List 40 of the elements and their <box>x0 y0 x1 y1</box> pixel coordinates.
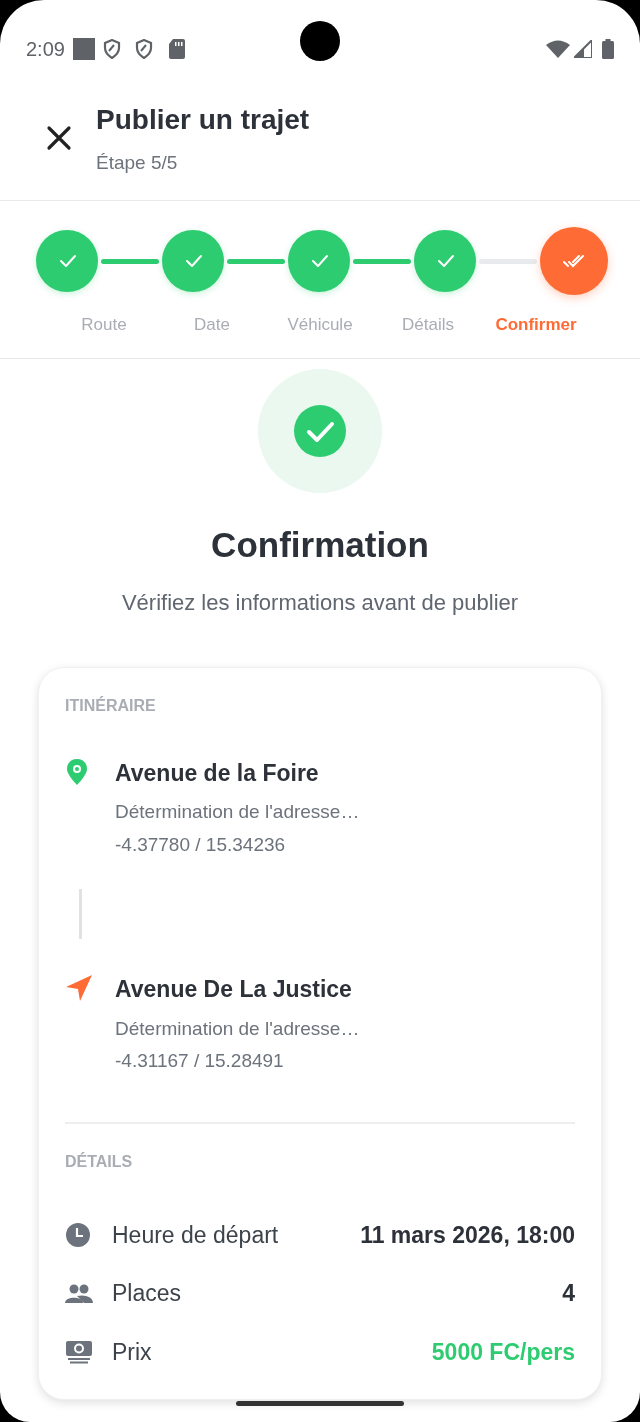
step-label: Véhicule <box>286 314 354 336</box>
detail-value: 11 mars 2026, 18:00 <box>360 1220 575 1250</box>
section-heading: ITINÉRAIRE <box>65 695 157 716</box>
address-text: Détermination de l'adresse… <box>115 800 360 824</box>
money-icon <box>65 1340 93 1365</box>
close-icon <box>46 125 72 151</box>
people-icon <box>65 1283 93 1305</box>
confirmation-title: Confirmation <box>210 524 430 566</box>
detail-label: Heure de départ <box>112 1220 279 1250</box>
address-text: Détermination de l'adresse… <box>115 1016 360 1041</box>
confirmation-subtitle: Vérifiez les informations avant de publier <box>120 588 520 617</box>
place-name: Avenue De La Justice <box>115 975 353 1004</box>
navigation-arrow-icon <box>65 974 93 1002</box>
step-label: Route <box>80 314 128 336</box>
signal-icon <box>574 40 592 58</box>
camera-cutout <box>300 21 340 61</box>
detail-value: 4 <box>562 1279 575 1308</box>
location-pin-icon <box>65 757 89 786</box>
battery-icon <box>602 39 614 59</box>
shield-icon <box>134 39 153 59</box>
check-icon <box>294 405 346 457</box>
status-time: 2:09 <box>26 37 65 62</box>
close-button[interactable] <box>46 125 72 151</box>
page-title: Publier un trajet <box>96 102 310 137</box>
step-counter: Étape 5/5 <box>96 150 179 175</box>
coordinates-text: -4.31167 / 15.28491 <box>115 1049 285 1073</box>
wifi-icon <box>546 40 570 58</box>
step-label: Détails <box>401 314 455 336</box>
step-label: Confirmer <box>494 314 578 336</box>
detail-label: Places <box>112 1279 182 1308</box>
sd-card-icon <box>168 39 185 59</box>
coordinates-text: -4.37780 / 15.34236 <box>115 832 287 857</box>
section-heading: DÉTAILS <box>65 1151 134 1172</box>
place-name: Avenue de la Foire <box>115 758 320 788</box>
detail-value: 5000 FC/pers <box>431 1337 575 1367</box>
notification-icon <box>72 38 95 60</box>
detail-label: Prix <box>112 1337 152 1367</box>
clock-icon <box>65 1221 91 1248</box>
step-label: Date <box>193 314 231 336</box>
shield-icon <box>102 39 121 59</box>
